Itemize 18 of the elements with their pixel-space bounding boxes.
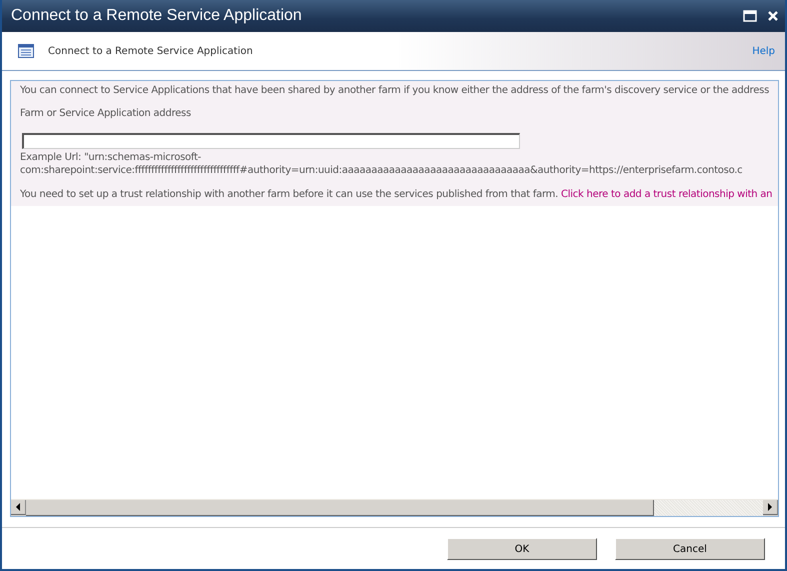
cancel-button[interactable]: Cancel bbox=[615, 538, 765, 560]
ok-button[interactable]: OK bbox=[447, 538, 597, 560]
intro-text: You can connect to Service Applications that have been shared by another farm if you know either the address of the farm's discovery service or the address bbox=[20, 85, 770, 96]
list-icon bbox=[18, 44, 34, 58]
address-label: Farm or Service Application address bbox=[20, 108, 192, 119]
help-link[interactable]: Help bbox=[752, 46, 775, 56]
scroll-thumb[interactable] bbox=[26, 500, 654, 516]
trust-link[interactable]: Click here to add a trust relationship with an bbox=[561, 189, 772, 200]
maximize-icon[interactable] bbox=[743, 10, 757, 22]
address-input[interactable] bbox=[22, 133, 520, 149]
horizontal-scrollbar[interactable] bbox=[11, 499, 778, 516]
window-title: Connect to a Remote Service Application bbox=[11, 7, 303, 25]
page-title: Connect to a Remote Service Application bbox=[48, 46, 254, 56]
close-icon[interactable] bbox=[767, 10, 779, 22]
trust-text: You need to set up a trust relationship with another farm before it can use the services published from that farm. Click here to add a trust relationship with an bbox=[20, 189, 774, 200]
example-url-text: Example Url: "urn:schemas-microsoft- com:sharepoint:service:ffffffffffffffffffffffffffffffff#authority=urn:uuid:aaaaaaaaaaaaaaaaaaaaaaaaaaaaaaaa&authority=https://enterprisefarm.contoso.c bbox=[20, 151, 744, 177]
scroll-right-icon[interactable] bbox=[763, 500, 778, 515]
scroll-left-icon[interactable] bbox=[11, 500, 26, 515]
